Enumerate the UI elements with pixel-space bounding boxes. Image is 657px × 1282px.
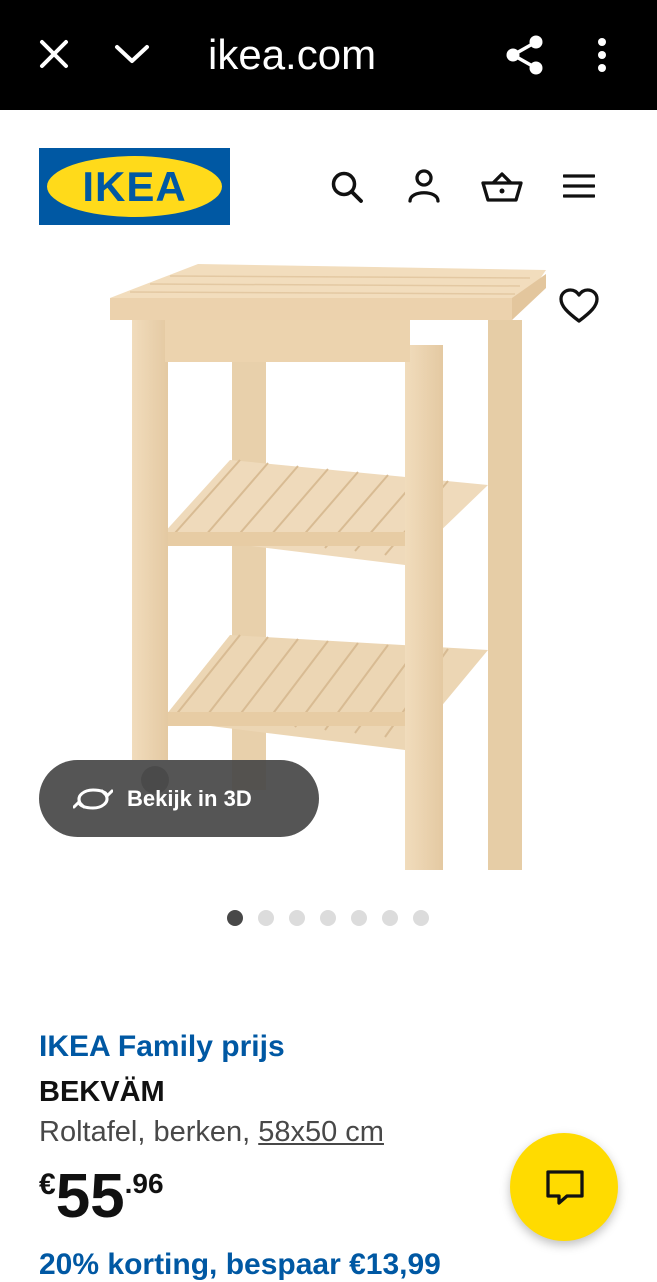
pagination-dot-3[interactable]	[289, 910, 305, 926]
price-currency: €	[39, 1168, 56, 1201]
pagination-dot-7[interactable]	[413, 910, 429, 926]
image-pagination	[227, 910, 444, 926]
close-icon[interactable]	[38, 38, 70, 75]
basket-icon[interactable]	[481, 170, 523, 209]
account-icon[interactable]	[407, 168, 441, 209]
discount-text: 20% korting, bespaar €13,99	[39, 1248, 441, 1281]
pagination-dot-2[interactable]	[258, 910, 274, 926]
wishlist-heart-icon[interactable]	[559, 288, 599, 329]
view-in-3d-button[interactable]: Bekijk in 3D	[39, 760, 319, 837]
price-decimal: .96	[124, 1168, 164, 1199]
rotate-3d-icon	[73, 785, 113, 813]
family-price-label: IKEA Family prijs	[39, 1030, 285, 1063]
ikea-logo[interactable]: IKEA	[39, 148, 230, 225]
search-icon[interactable]	[330, 170, 364, 209]
pagination-dot-6[interactable]	[382, 910, 398, 926]
share-icon[interactable]	[505, 34, 545, 81]
product-description-text: Roltafel, berken,	[39, 1116, 251, 1148]
browser-toolbar: ikea.com	[0, 0, 657, 110]
pagination-dot-4[interactable]	[320, 910, 336, 926]
pagination-dot-1[interactable]	[227, 910, 243, 926]
chevron-down-icon[interactable]	[114, 42, 150, 71]
product-price: €55.96	[39, 1162, 164, 1232]
product-size-link[interactable]: 58x50 cm	[258, 1116, 384, 1148]
pagination-dot-5[interactable]	[351, 910, 367, 926]
product-description: Roltafel, berken, 58x50 cm	[39, 1116, 384, 1149]
logo-oval: IKEA	[47, 156, 222, 217]
more-vertical-icon[interactable]	[596, 38, 608, 77]
logo-text: IKEA	[82, 163, 187, 210]
menu-icon[interactable]	[562, 173, 596, 204]
product-name: BEKVÄM	[39, 1076, 165, 1108]
chat-icon	[545, 1169, 585, 1212]
url-text[interactable]: ikea.com	[208, 28, 376, 82]
price-integer: 55	[55, 1162, 125, 1231]
chat-button[interactable]	[510, 1133, 618, 1241]
view-in-3d-label: Bekijk in 3D	[127, 785, 252, 811]
